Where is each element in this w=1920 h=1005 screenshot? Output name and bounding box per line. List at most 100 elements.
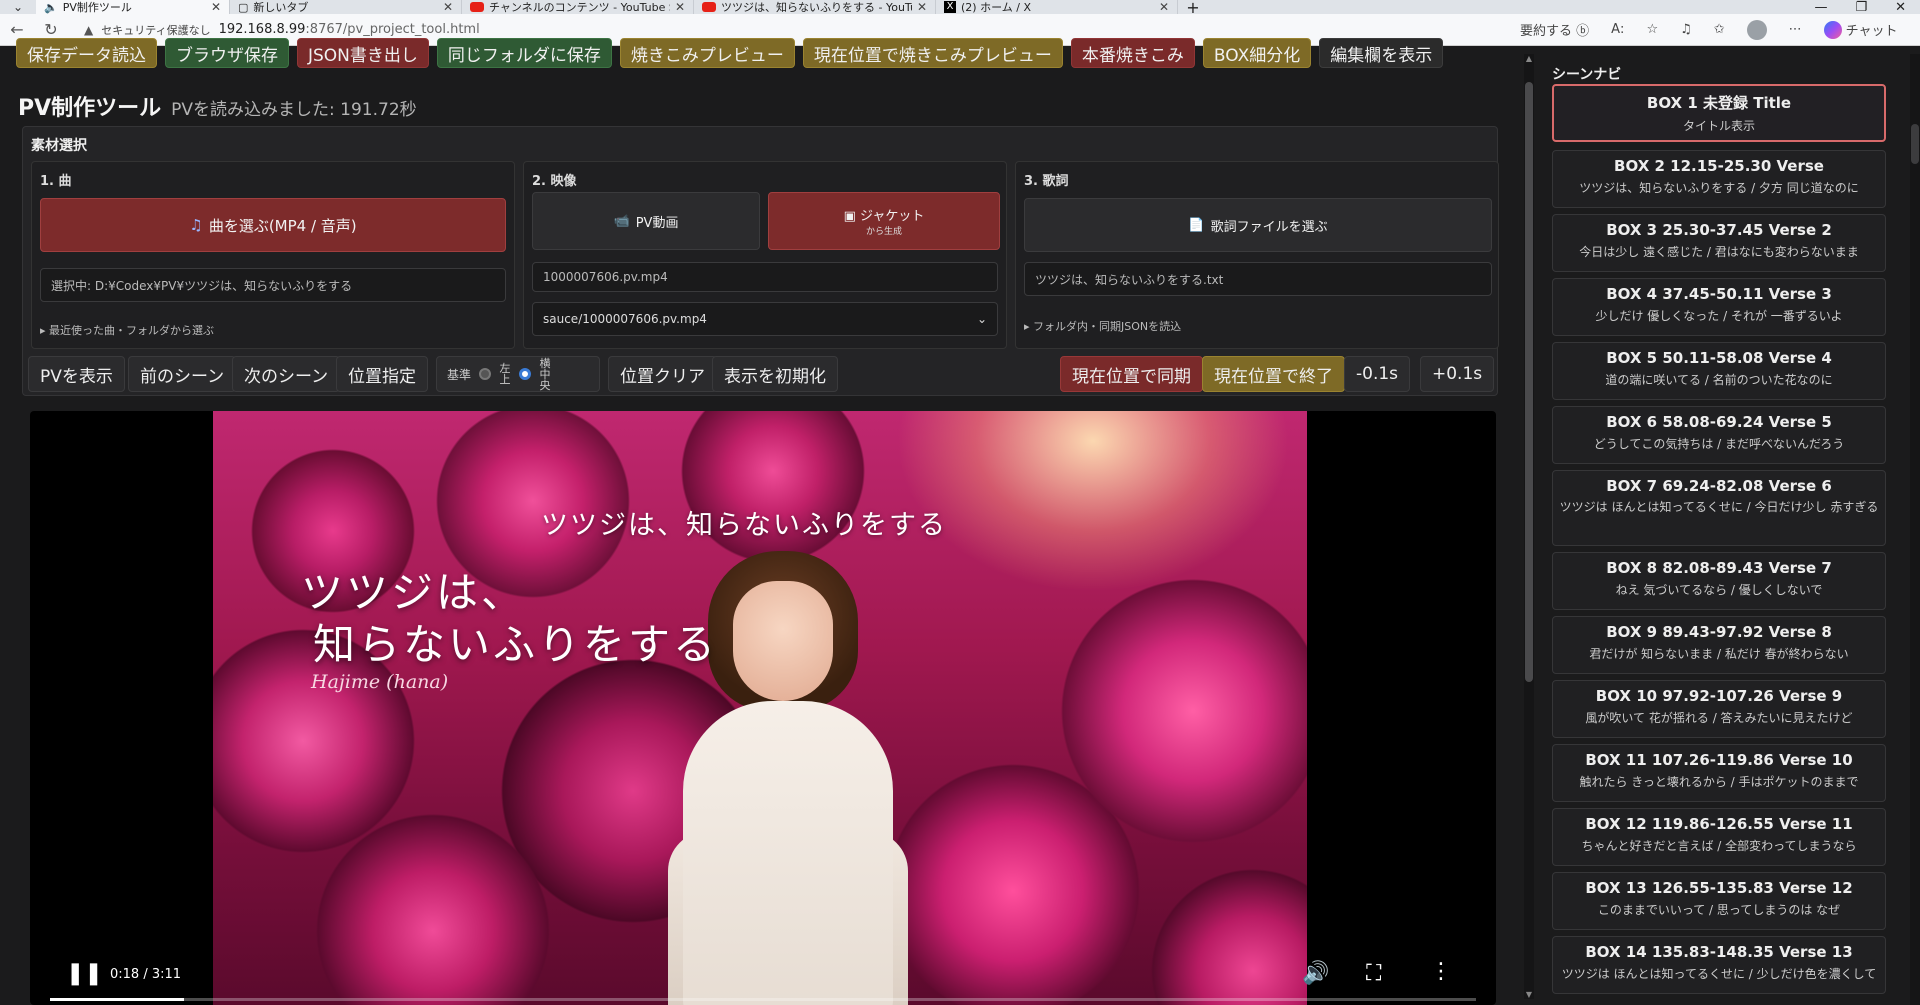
video-column: 2. 映像 📹 PV動画 ▣ ジャケット から生成 1000007606.pv.… <box>523 161 1007 349</box>
radio-top-left-label: 左上 <box>499 362 511 386</box>
tab-youtube-video[interactable]: ツツジは、知らないふりをする - YouTube ✕ <box>694 0 936 14</box>
read-aloud-icon[interactable]: A꞉ <box>1611 22 1624 37</box>
top-toolbar: 保存データ読込 ブラウザ保存 JSON書き出し 同じフォルダに保存 焼きこみプレ… <box>16 38 1444 68</box>
plus-tenth-button[interactable]: +0.1s <box>1420 356 1495 392</box>
music-note-icon: ♫ <box>189 216 203 234</box>
scene-nav-item-lyric: 風が吹いて 花が揺れる / 答えみたいに見えたけど <box>1585 711 1853 725</box>
scene-nav-item[interactable]: BOX 10 97.92-107.26 Verse 9 風が吹いて 花が揺れる /… <box>1552 680 1886 738</box>
next-scene-button[interactable]: 次のシーン <box>232 356 341 392</box>
video-file-field: 1000007606.pv.mp4 <box>532 262 998 292</box>
tab-menu-chevron-icon[interactable]: ⌄ <box>0 0 36 14</box>
position-button[interactable]: 位置指定 <box>336 356 428 392</box>
sync-json-link[interactable]: ▸ フォルダ内・同期JSONを読込 <box>1024 318 1181 334</box>
close-tab-icon[interactable]: ✕ <box>675 0 685 14</box>
close-tab-icon[interactable]: ✕ <box>211 0 221 14</box>
video-camera-icon: 📹 <box>613 213 630 229</box>
scene-nav-item-lyric: ツツジは ほんとは知ってるくせに / 今日だけ少し 赤すぎる <box>1559 500 1879 514</box>
main-scrollbar-thumb[interactable] <box>1525 82 1533 682</box>
tab-x-home[interactable]: X (2) ホーム / X ✕ <box>936 0 1178 14</box>
lyrics-heading: 3. 歌詞 <box>1024 174 1069 189</box>
scene-nav-scrollbar-thumb[interactable] <box>1911 124 1919 164</box>
video-progress-bar[interactable] <box>50 998 1476 1001</box>
video-source-select[interactable]: sauce/1000007606.pv.mp4 ⌄ <box>532 302 998 336</box>
scene-nav-item[interactable]: BOX 4 37.45-50.11 Verse 3 少しだけ 優しくなった / そ… <box>1552 278 1886 336</box>
json-export-button[interactable]: JSON書き出し <box>297 38 429 68</box>
browser-save-button[interactable]: ブラウザ保存 <box>165 38 289 68</box>
more-options-icon[interactable]: ⋮ <box>1430 959 1452 984</box>
radio-top-left[interactable] <box>479 368 492 380</box>
scene-nav-item[interactable]: BOX 9 89.43-97.92 Verse 8 君だけが 知らないまま / 私… <box>1552 616 1886 674</box>
sync-here-button[interactable]: 現在位置で同期 <box>1060 356 1203 392</box>
main-scrollbar[interactable]: ▲ ▼ <box>1524 54 1534 999</box>
load-saved-data-button[interactable]: 保存データ読込 <box>16 38 157 68</box>
scene-nav-item[interactable]: BOX 12 119.86-126.55 Verse 11 ちゃんと好きだと言えば… <box>1552 808 1886 866</box>
show-pv-button[interactable]: PVを表示 <box>28 356 125 392</box>
favorites-icon[interactable]: ✩ <box>1714 22 1725 37</box>
end-here-button[interactable]: 現在位置で終了 <box>1202 356 1345 392</box>
burn-preview-here-button[interactable]: 現在位置で焼きこみプレビュー <box>802 38 1063 68</box>
jacket-generate-button[interactable]: ▣ ジャケット から生成 <box>768 192 1000 250</box>
burn-preview-button[interactable]: 焼きこみプレビュー <box>619 38 795 68</box>
new-tab-plus-icon[interactable]: + <box>1178 0 1208 14</box>
scroll-down-icon[interactable]: ▼ <box>1524 990 1534 999</box>
close-tab-icon[interactable]: ✕ <box>917 0 927 14</box>
scroll-up-icon[interactable]: ▲ <box>1524 54 1534 63</box>
refresh-icon[interactable]: ↻ <box>34 20 68 39</box>
tab-new-tab[interactable]: ▢ 新しいタブ ✕ <box>230 0 462 14</box>
scene-nav-item-heading: BOX 3 25.30-37.45 Verse 2 <box>1606 221 1832 239</box>
scene-nav-item[interactable]: BOX 13 126.55-135.83 Verse 12 このままでいいって /… <box>1552 872 1886 930</box>
clear-position-button[interactable]: 位置クリア <box>608 356 717 392</box>
close-tab-icon[interactable]: ✕ <box>443 0 453 14</box>
scene-nav-title: シーンナビ <box>1552 67 1622 83</box>
tab-pv-tool[interactable]: 🔈 PV制作ツール ✕ <box>36 0 230 14</box>
favorite-star-icon[interactable]: ☆ <box>1646 22 1658 37</box>
scene-nav-item[interactable]: BOX 2 12.15-25.30 Verse ツツジは、知らないふりをする / … <box>1552 150 1886 208</box>
video-controls: ❚❚ 0:18 / 3:11 🔊 ⛶ ⋮ <box>30 945 1496 1005</box>
pv-tool-app: 保存データ読込 ブラウザ保存 JSON書き出し 同じフォルダに保存 焼きこみプレ… <box>0 38 1920 1005</box>
scene-nav-item[interactable]: BOX 8 82.08-89.43 Verse 7 ねえ 気づいてるなら / 優し… <box>1552 552 1886 610</box>
restore-icon[interactable]: ❐ <box>1855 0 1867 14</box>
close-tab-icon[interactable]: ✕ <box>1159 0 1169 14</box>
profile-avatar[interactable] <box>1746 19 1767 40</box>
scene-nav-item[interactable]: BOX 7 69.24-82.08 Verse 6 ツツジは ほんとは知ってるくせ… <box>1552 470 1886 546</box>
minimize-icon[interactable]: — <box>1814 0 1827 14</box>
song-heading: 1. 曲 <box>40 174 72 189</box>
minus-tenth-button[interactable]: -0.1s <box>1344 356 1411 392</box>
scene-nav-item[interactable]: BOX 3 25.30-37.45 Verse 2 今日は少し 遠く感じた / 君… <box>1552 214 1886 272</box>
scene-nav-item[interactable]: BOX 5 50.11-58.08 Verse 4 道の端に咲いてる / 名前のつ… <box>1552 342 1886 400</box>
scene-nav-item[interactable]: BOX 14 135.83-148.35 Verse 13 ツツジは ほんとは知っ… <box>1552 936 1886 994</box>
tab-youtube-studio[interactable]: チャンネルのコンテンツ - YouTube Studio ✕ <box>462 0 694 14</box>
copilot-chat-button[interactable]: チャット <box>1823 20 1898 39</box>
scene-nav-item[interactable]: BOX 1 未登録 Title タイトル表示 <box>1552 84 1886 142</box>
pv-video-button[interactable]: 📹 PV動画 <box>532 192 760 250</box>
save-same-folder-button[interactable]: 同じフォルダに保存 <box>436 38 612 68</box>
radio-center[interactable] <box>519 368 532 380</box>
scene-nav-scrollbar[interactable] <box>1910 54 1920 1005</box>
scene-nav-item[interactable]: BOX 11 107.26-119.86 Verse 10 触れたら きっと壊れる… <box>1552 744 1886 802</box>
video-frame: ツツジは、知らないふりをする ツツジは、 知らないふりをする Hajime (h… <box>213 411 1307 1005</box>
summarize-button[interactable]: 要約する ⓑ <box>1520 20 1589 39</box>
video-heading: 2. 映像 <box>532 174 577 189</box>
video-player[interactable]: ツツジは、知らないふりをする ツツジは、 知らないふりをする Hajime (h… <box>30 411 1496 1005</box>
scene-nav-item[interactable]: BOX 6 58.08-69.24 Verse 5 どうしてこの気持ちは / まだ… <box>1552 406 1886 464</box>
pause-icon[interactable]: ❚❚ <box>66 961 103 986</box>
window-controls: — ❐ ✕ <box>1814 0 1920 14</box>
scene-nav-item-heading: BOX 10 97.92-107.26 Verse 9 <box>1595 687 1843 705</box>
final-burn-button[interactable]: 本番焼きこみ <box>1070 38 1195 68</box>
prev-scene-button[interactable]: 前のシーン <box>128 356 237 392</box>
back-arrow-icon[interactable]: ← <box>0 20 34 39</box>
image-icon: ▣ <box>843 209 856 224</box>
window-close-icon[interactable]: ✕ <box>1895 0 1906 14</box>
show-editor-button[interactable]: 編集欄を表示 <box>1319 38 1444 68</box>
reset-display-button[interactable]: 表示を初期化 <box>712 356 838 392</box>
scene-nav-item-heading: BOX 2 12.15-25.30 Verse <box>1614 157 1824 175</box>
scene-nav-item-lyric: このままでいいって / 思ってしまうのは なぜ <box>1597 903 1841 917</box>
volume-icon[interactable]: 🔊 <box>1302 961 1329 986</box>
recent-songs-link[interactable]: ▸ 最近使った曲・フォルダから選ぶ <box>40 322 214 338</box>
box-subdivide-button[interactable]: BOX細分化 <box>1202 38 1312 68</box>
more-menu-icon[interactable]: ⋯ <box>1789 22 1802 37</box>
fullscreen-icon[interactable]: ⛶ <box>1366 961 1381 986</box>
pick-lyrics-button[interactable]: 📄 歌詞ファイルを選ぶ <box>1024 198 1492 252</box>
pick-song-button[interactable]: ♫ 曲を選ぶ(MP4 / 音声) <box>40 198 506 252</box>
extensions-icon[interactable]: ♫ <box>1680 22 1692 37</box>
